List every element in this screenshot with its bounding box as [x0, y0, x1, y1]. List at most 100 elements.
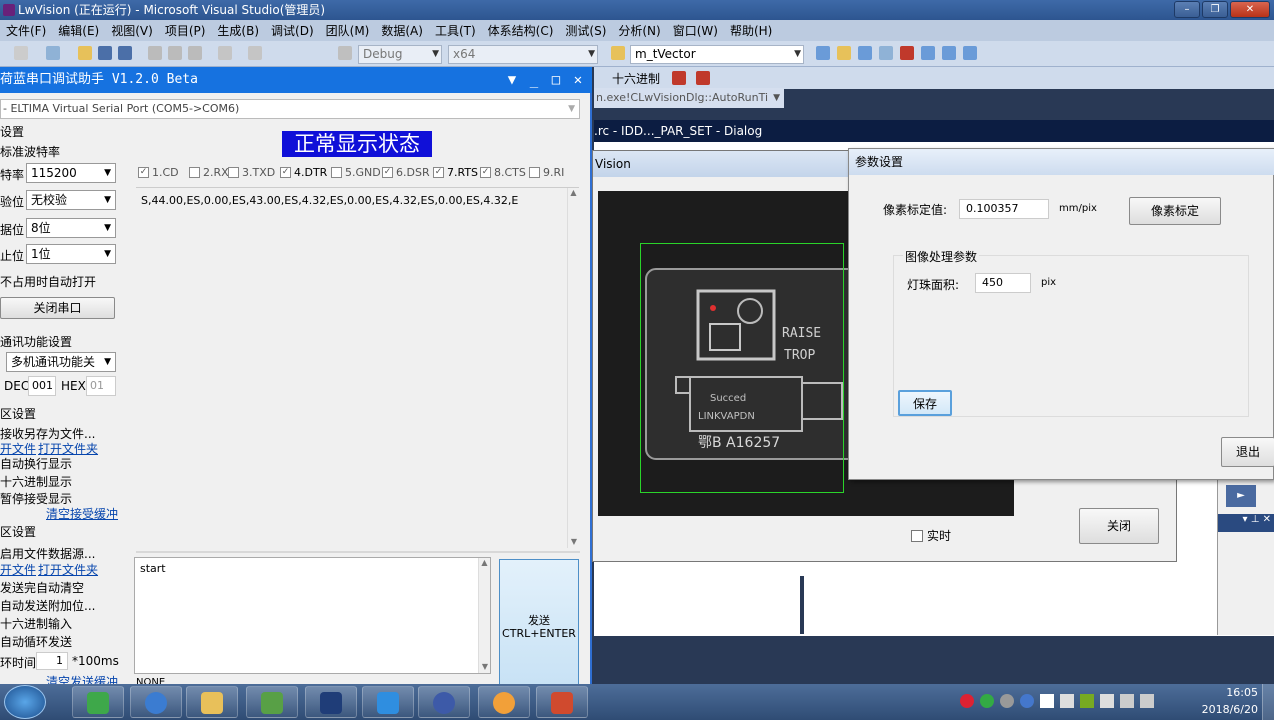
menu-item[interactable]: 数据(A): [375, 22, 429, 39]
callstack-combo[interactable]: n.exe!CLwVisionDlg::AutoRunTi ▼: [594, 88, 784, 108]
send-button[interactable]: 发送 CTRL+ENTER: [499, 559, 579, 686]
menu-icon[interactable]: ▼: [503, 71, 521, 89]
checkbox-box[interactable]: [911, 529, 923, 542]
baud-select[interactable]: 115200 ▼: [26, 163, 116, 183]
minimize-icon[interactable]: _: [525, 71, 543, 89]
area-input[interactable]: 450: [975, 273, 1031, 293]
tray-icon[interactable]: [960, 694, 974, 708]
taskbar-qq[interactable]: [130, 686, 182, 718]
open-file-link-2[interactable]: 开文件: [0, 561, 36, 578]
menu-item[interactable]: 团队(M): [320, 22, 376, 39]
tray-icon[interactable]: [1080, 694, 1094, 708]
tool-icon[interactable]: [942, 46, 956, 60]
add-item-icon[interactable]: [46, 46, 60, 60]
checkbox-box[interactable]: ✓: [280, 167, 291, 178]
send-scrollbar[interactable]: ▲ ▼: [478, 558, 490, 673]
menu-item[interactable]: 帮助(H): [724, 22, 778, 39]
copy-icon[interactable]: [168, 46, 182, 60]
menu-item[interactable]: 视图(V): [105, 22, 159, 39]
new-project-icon[interactable]: [14, 46, 28, 60]
tool-icon[interactable]: [816, 46, 830, 60]
menu-item[interactable]: 生成(B): [211, 22, 265, 39]
signal-1-cd[interactable]: ✓ 1.CD: [138, 166, 179, 179]
hex-toggle[interactable]: 十六进制: [612, 70, 660, 87]
checkbox-box[interactable]: ✓: [433, 167, 444, 178]
hex-show-option[interactable]: 十六进制显示: [0, 473, 72, 490]
stop-bits-select[interactable]: 1位 ▼: [26, 244, 116, 264]
clear-recv-link[interactable]: 清空接受缓冲: [46, 505, 118, 522]
receive-scrollbar[interactable]: ▲ ▼: [567, 188, 579, 548]
menu-item[interactable]: 分析(N): [612, 22, 666, 39]
find-icon[interactable]: [611, 46, 625, 60]
port-select[interactable]: - ELTIMA Virtual Serial Port (COM5->COM6…: [0, 99, 580, 119]
auto-loop-option[interactable]: 自动循环发送: [0, 633, 72, 650]
tray-icon[interactable]: [1100, 694, 1114, 708]
tray-icon[interactable]: [980, 694, 994, 708]
open-folder-link-2[interactable]: 打开文件夹: [38, 561, 98, 578]
auto-newline-option[interactable]: 自动换行显示: [0, 455, 72, 472]
signal-6-dsr[interactable]: ✓ 6.DSR: [382, 166, 430, 179]
close-icon[interactable]: ✕: [1230, 1, 1270, 18]
signal-3-txd[interactable]: 3.TXD: [228, 166, 275, 179]
tray-icon[interactable]: [1020, 694, 1034, 708]
checkbox-box[interactable]: [228, 167, 239, 178]
calib-button[interactable]: 像素标定: [1129, 197, 1221, 225]
taskbar-office[interactable]: [536, 686, 588, 718]
checkbox-box[interactable]: [331, 167, 342, 178]
start-icon[interactable]: [338, 46, 352, 60]
redo-icon[interactable]: [248, 46, 262, 60]
taskbar-wps[interactable]: [362, 686, 414, 718]
network-icon[interactable]: [1120, 694, 1134, 708]
checkbox-box[interactable]: ✓: [480, 167, 491, 178]
signal-7-rts[interactable]: ✓ 7.RTS: [433, 166, 478, 179]
menu-item[interactable]: 窗口(W): [667, 22, 724, 39]
taskbar-vs[interactable]: [305, 686, 357, 718]
show-desktop-button[interactable]: [1262, 684, 1274, 720]
taskbar-ha[interactable]: [478, 686, 530, 718]
exit-button[interactable]: 退出: [1221, 437, 1274, 467]
volume-icon[interactable]: [1140, 694, 1154, 708]
bluetooth-icon[interactable]: [1040, 694, 1054, 708]
breakpoint-icon[interactable]: [672, 71, 686, 85]
config-combo[interactable]: Debug ▼: [358, 45, 442, 64]
minimize-icon[interactable]: –: [1174, 1, 1200, 18]
checkbox-box[interactable]: ✓: [382, 167, 393, 178]
hex-input-option[interactable]: 十六进制输入: [0, 615, 72, 632]
checkbox-box[interactable]: [189, 167, 200, 178]
check-select[interactable]: 无校验 ▼: [26, 190, 116, 210]
document-tab[interactable]: .rc - IDD..._PAR_SET - Dialog: [594, 120, 1274, 142]
open-icon[interactable]: [78, 46, 92, 60]
exception-icon[interactable]: [696, 71, 710, 85]
menu-item[interactable]: 体系结构(C): [482, 22, 560, 39]
save-all-icon[interactable]: [118, 46, 132, 60]
loop-input[interactable]: 1: [36, 652, 68, 670]
maximize-icon[interactable]: □: [547, 71, 565, 89]
tool-icon[interactable]: [858, 46, 872, 60]
hex-input[interactable]: 01: [86, 376, 116, 396]
cut-icon[interactable]: [148, 46, 162, 60]
tool-icon[interactable]: [900, 46, 914, 60]
tool-icon[interactable]: [963, 46, 977, 60]
tool-icon[interactable]: [879, 46, 893, 60]
menu-item[interactable]: 测试(S): [559, 22, 612, 39]
close-port-button[interactable]: 关闭串口: [0, 297, 115, 319]
menu-item[interactable]: 编辑(E): [52, 22, 105, 39]
use-file-option[interactable]: 启用文件数据源...: [0, 545, 95, 562]
play-icon[interactable]: ►: [1226, 485, 1256, 507]
save-icon[interactable]: [98, 46, 112, 60]
send-input[interactable]: start ▲ ▼: [134, 557, 491, 674]
close-icon[interactable]: ✕: [569, 71, 587, 89]
splitter[interactable]: [136, 551, 580, 553]
undo-icon[interactable]: [218, 46, 232, 60]
menu-item[interactable]: 调试(D): [265, 22, 320, 39]
menu-item[interactable]: 工具(T): [429, 22, 482, 39]
send-append-option[interactable]: 自动发送附加位...: [0, 597, 95, 614]
signal-5-gnd[interactable]: 5.GND: [331, 166, 381, 179]
save-button[interactable]: 保存: [898, 390, 952, 416]
tray-clock[interactable]: 16:05 2018/6/20: [1198, 686, 1258, 716]
paste-icon[interactable]: [188, 46, 202, 60]
lwvision-close-button[interactable]: 关闭: [1079, 508, 1159, 544]
tray-icon[interactable]: [1060, 694, 1074, 708]
data-bits-select[interactable]: 8位 ▼: [26, 218, 116, 238]
signal-8-cts[interactable]: ✓ 8.CTS: [480, 166, 526, 179]
